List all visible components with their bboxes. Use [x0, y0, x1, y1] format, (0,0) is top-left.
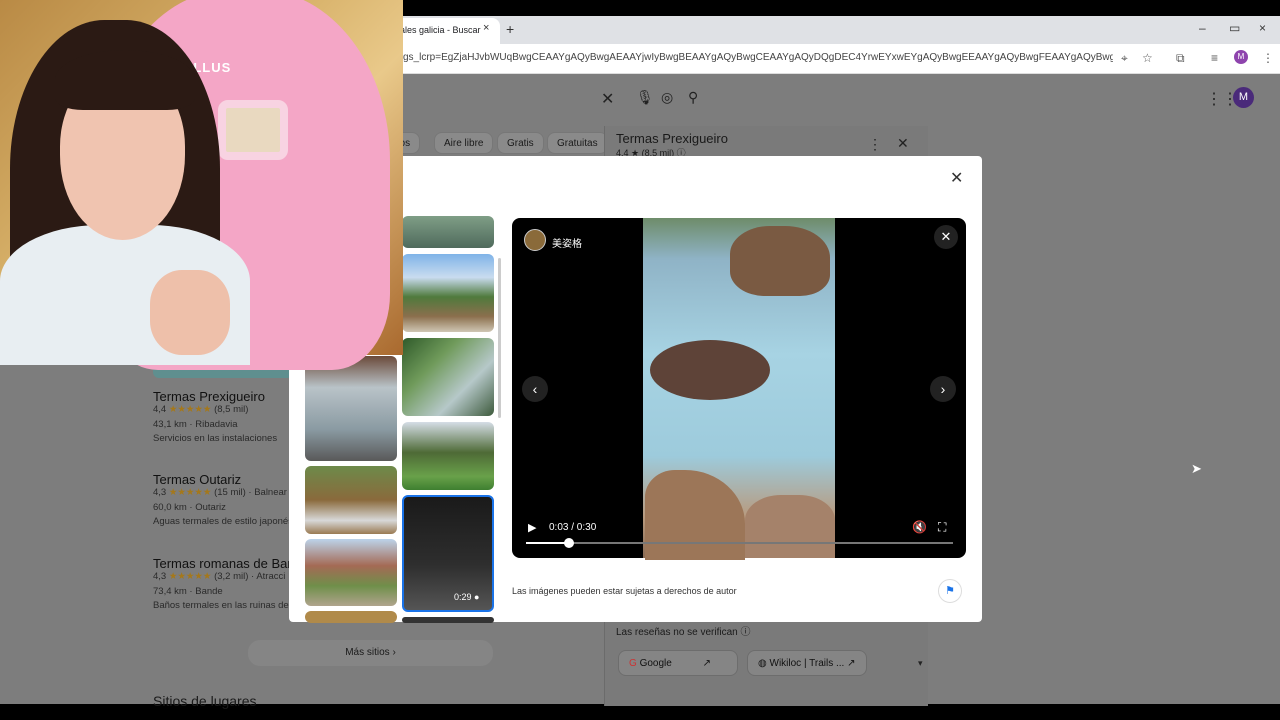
chevron-right-icon: ›: [392, 647, 396, 658]
window-close-icon[interactable]: ×: [1259, 21, 1266, 35]
source-label: Google: [639, 658, 672, 669]
result-rating: 4,3: [153, 487, 167, 498]
result-item[interactable]: Termas Prexigueiro 4,4 ★★★★★ (8,5 mil) 4…: [153, 389, 277, 444]
place-title: Termas Prexigueiro: [616, 131, 728, 146]
copyright-notice: Las imágenes pueden estar sujetas a dere…: [512, 586, 737, 596]
video-progress-fill: [526, 542, 569, 544]
mouse-cursor-icon: ➤: [1191, 461, 1202, 476]
result-distance: 73,4 km · Bande: [153, 586, 223, 597]
panel-close-icon[interactable]: ✕: [897, 135, 909, 152]
duration-text: 0:29: [454, 592, 472, 602]
stars-icon: ★★★★★: [168, 487, 212, 498]
menu-icon[interactable]: ⋮: [1262, 51, 1274, 65]
report-flag-icon[interactable]: ⚑: [938, 579, 962, 603]
fullscreen-icon[interactable]: ⛶: [938, 520, 946, 535]
thumbnail[interactable]: [402, 617, 494, 623]
chip-aire-libre[interactable]: Aire libre: [434, 132, 494, 154]
thumbnail-scrollbar[interactable]: [498, 258, 501, 418]
thumbnail[interactable]: [402, 216, 494, 248]
thumbnail[interactable]: [305, 539, 397, 606]
thumbnail[interactable]: [305, 356, 397, 461]
result-rating: 4,4: [153, 404, 167, 415]
thumbnail[interactable]: [305, 466, 397, 534]
account-avatar[interactable]: M: [1233, 87, 1254, 108]
source-google[interactable]: G Google ↗: [618, 650, 738, 676]
video-progress-track[interactable]: [526, 542, 953, 544]
new-tab-button[interactable]: +: [506, 21, 514, 37]
video-image-rock: [730, 226, 830, 296]
chip-gratuitas[interactable]: Gratuitas: [547, 132, 608, 154]
camera-search-icon[interactable]: ◎: [661, 89, 673, 106]
google-icon: G: [629, 658, 637, 669]
clear-search-icon[interactable]: ✕: [601, 89, 614, 109]
uploader-avatar[interactable]: [524, 229, 546, 251]
webcam-person-hand: [150, 270, 230, 355]
bookmark-star-icon[interactable]: ☆: [1142, 51, 1153, 65]
media-icon[interactable]: ≡: [1211, 51, 1218, 65]
more-options-icon[interactable]: ⋮: [868, 136, 882, 153]
extensions-icon[interactable]: ⧉: [1176, 51, 1185, 66]
stars-icon: ★★★★★: [168, 571, 212, 582]
more-sites-button[interactable]: Más sitios ›: [248, 640, 493, 666]
result-desc: Baños termales en las ruinas de: [153, 600, 289, 611]
result-title[interactable]: Termas Prexigueiro: [153, 389, 277, 404]
uploader-name[interactable]: 美姿格: [552, 235, 582, 250]
minimize-icon[interactable]: –: [1199, 21, 1206, 35]
mute-icon[interactable]: 🔇: [912, 520, 927, 534]
result-desc: Aguas termales de estilo japonés: [153, 516, 293, 527]
video-image-rock: [650, 340, 770, 400]
reviews-note: Las reseñas no se verifican ⓘ: [616, 627, 751, 638]
thumbnail[interactable]: [305, 611, 397, 623]
result-item[interactable]: Termas Outariz 4,3 ★★★★★ (15 mil) · Baln…: [153, 472, 293, 527]
webcam-chair-opening: [218, 100, 288, 160]
video-progress-handle[interactable]: [563, 538, 574, 548]
location-icon[interactable]: ⌖: [1121, 51, 1128, 66]
video-time: 0:03 / 0:30: [549, 522, 597, 533]
places-heading: Sitios de lugares: [153, 693, 257, 709]
result-title[interactable]: Termas romanas de Band: [153, 556, 302, 571]
modal-close-icon[interactable]: ✕: [950, 168, 963, 188]
source-label: Wikiloc | Trails ...: [769, 658, 845, 669]
video-image-rock: [745, 495, 835, 558]
chip-gratis[interactable]: Gratis: [497, 132, 544, 154]
result-distance: 43,1 km · Ribadavia: [153, 419, 238, 430]
play-circle-icon: ●: [474, 592, 480, 602]
result-desc: Servicios en las instalaciones: [153, 433, 278, 444]
stars-icon: ★★★★★: [168, 404, 212, 415]
play-icon[interactable]: ▶: [528, 521, 536, 534]
tab-title: nales galicia - Buscar: [395, 25, 481, 35]
thumbnail[interactable]: [402, 422, 494, 490]
result-reviews: (8,5 mil): [214, 404, 249, 415]
next-icon[interactable]: ›: [930, 376, 956, 402]
external-link-icon: ↗: [702, 658, 711, 669]
previous-icon[interactable]: ‹: [522, 376, 548, 402]
microphone-icon[interactable]: 🎙: [636, 89, 654, 106]
thumbnail-selected[interactable]: [402, 495, 494, 612]
result-item[interactable]: Termas romanas de Band 4,3 ★★★★★ (3,2 mi…: [153, 556, 302, 611]
thumbnail[interactable]: [402, 254, 494, 332]
expand-icon[interactable]: ▾: [918, 658, 923, 669]
external-link-icon: ↗: [847, 658, 856, 669]
search-icon[interactable]: ⚲: [688, 89, 698, 106]
restore-icon[interactable]: ▭: [1229, 21, 1240, 35]
result-rating: 4,3: [153, 571, 167, 582]
result-distance: 60,0 km · Outariz: [153, 502, 226, 513]
tab-close-icon[interactable]: ×: [483, 22, 489, 34]
video-close-icon[interactable]: ✕: [934, 225, 958, 249]
more-sites-label: Más sitios: [345, 647, 390, 658]
profile-avatar[interactable]: M: [1234, 50, 1248, 64]
webcam-person-bangs: [55, 50, 195, 110]
result-reviews: (3,2 mil) · Atracci: [214, 571, 286, 582]
result-title[interactable]: Termas Outariz: [153, 472, 293, 487]
thumbnail[interactable]: [402, 338, 494, 416]
globe-icon: ◍: [758, 658, 767, 669]
result-reviews: (15 mil) · Balnear: [214, 487, 287, 498]
url-field[interactable]: gs_lcrp=EgZjaHJvbWUqBwgCEAAYgAQyBwgAEAAY…: [403, 52, 1113, 63]
source-wikiloc[interactable]: ◍ Wikiloc | Trails ... ↗: [747, 650, 867, 676]
video-duration-badge: 0:29 ●: [454, 592, 479, 602]
